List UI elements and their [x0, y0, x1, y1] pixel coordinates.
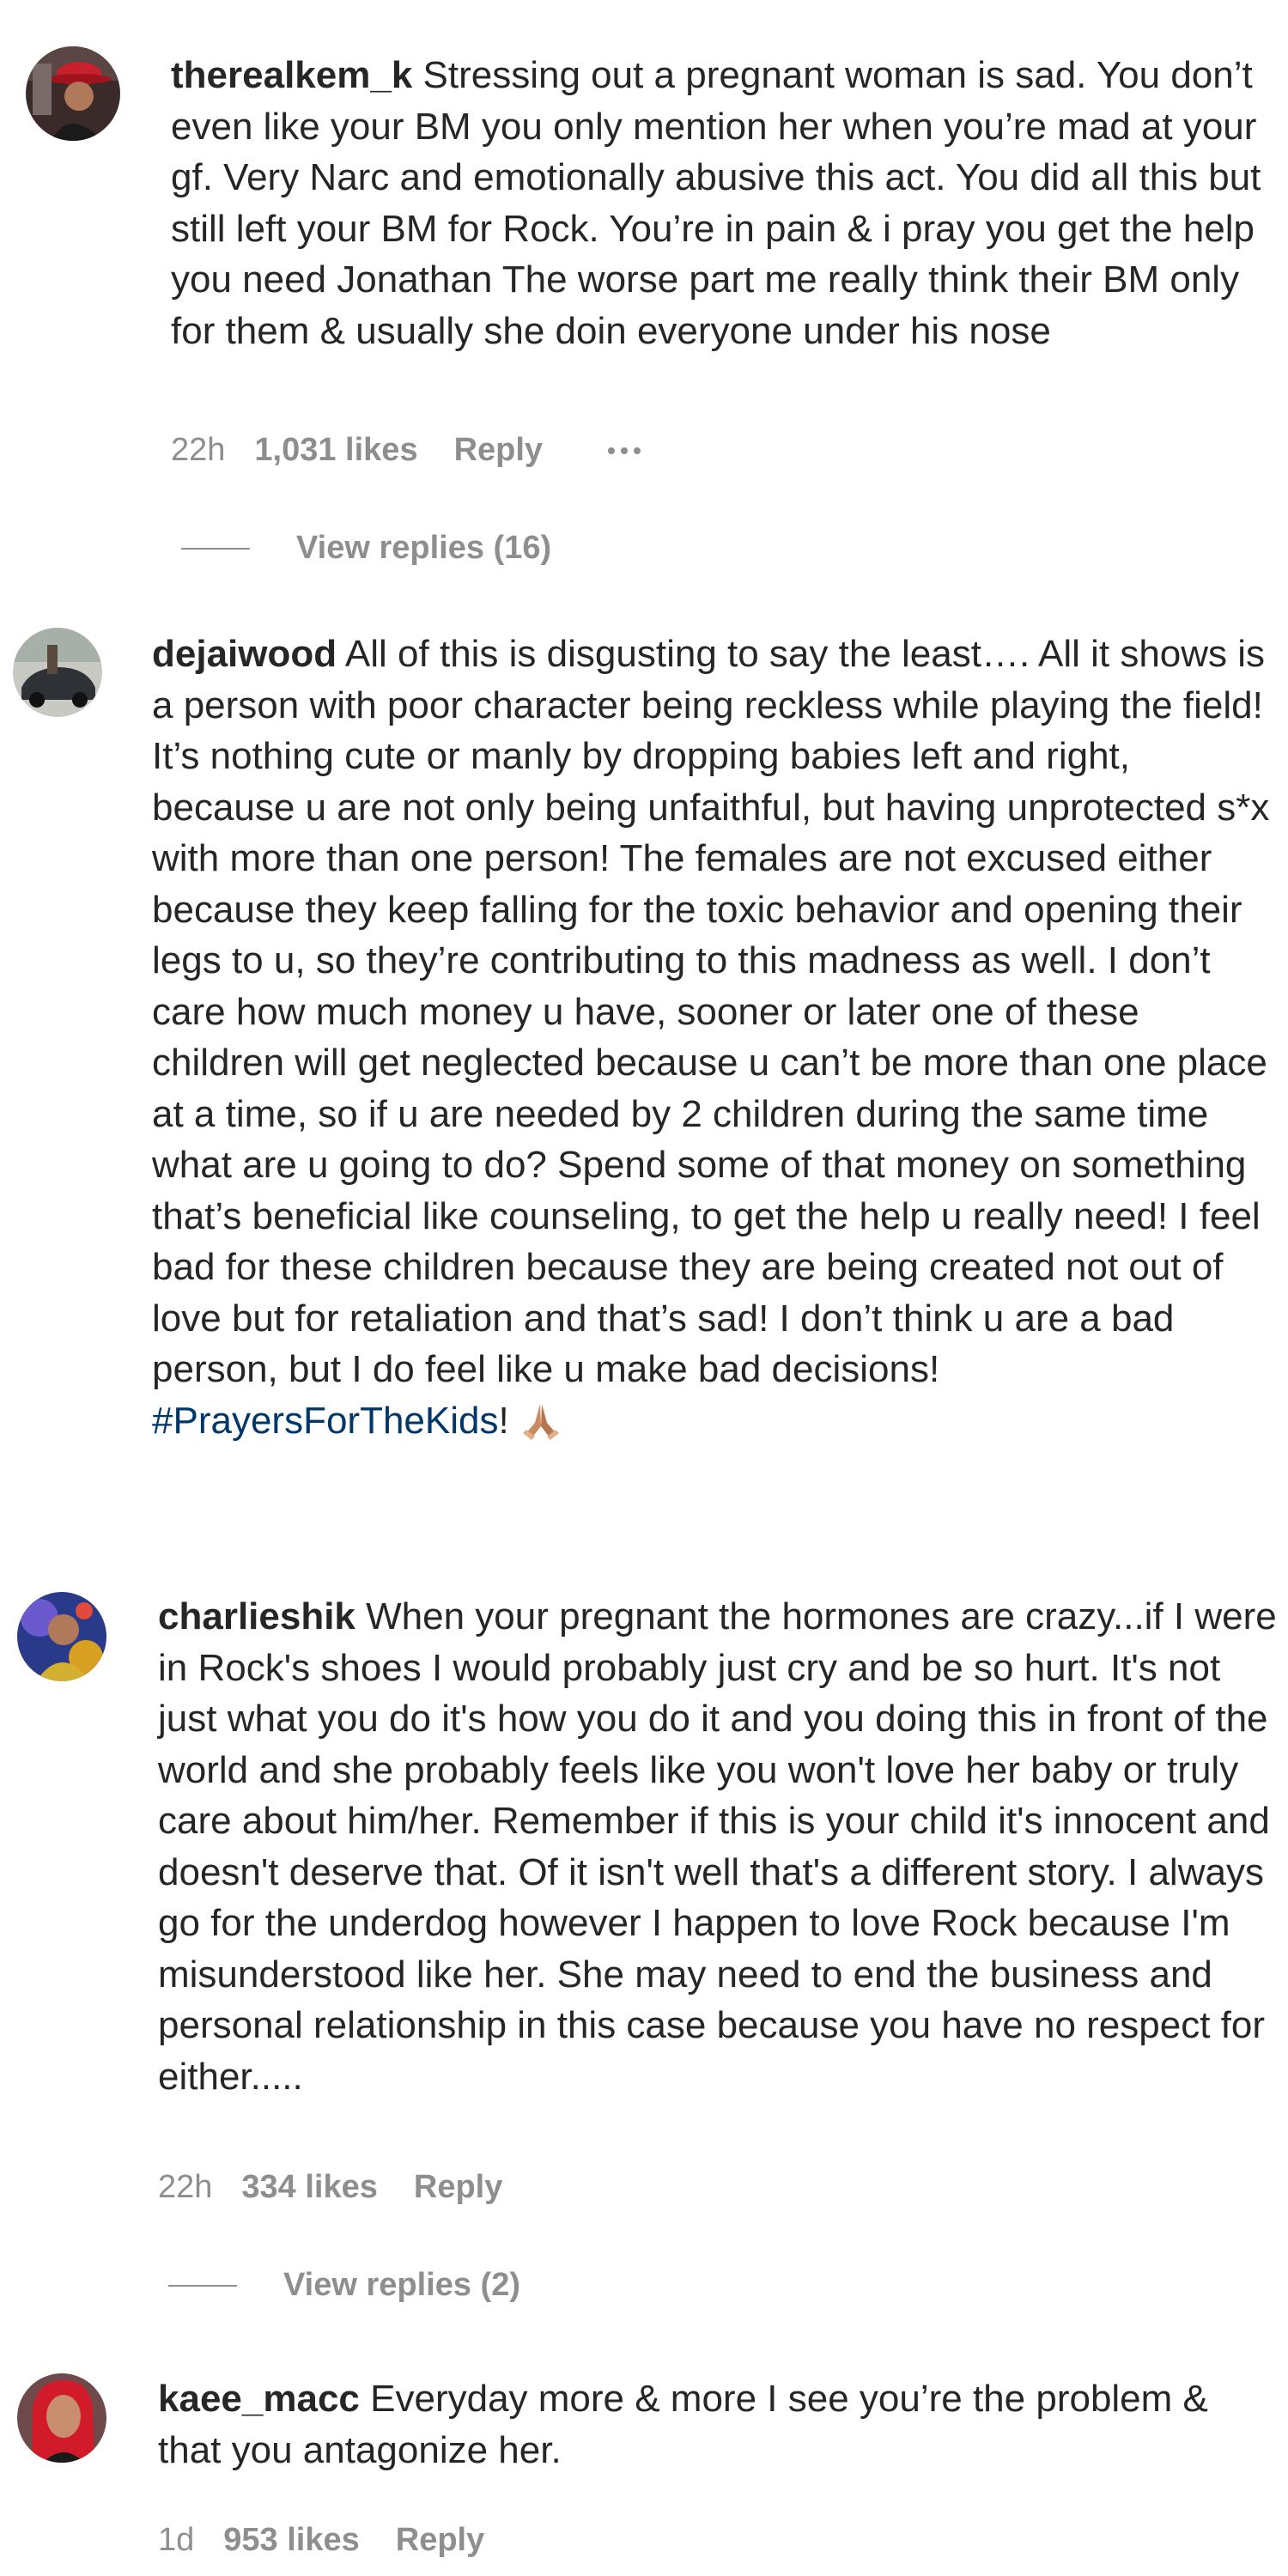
- praying-hands-icon: [522, 1403, 559, 1440]
- timestamp: 22h: [171, 432, 226, 468]
- timestamp: 1d: [158, 2522, 195, 2558]
- avatar-image: [26, 46, 120, 141]
- avatar[interactable]: [17, 1592, 106, 1681]
- username-link[interactable]: kaee_macc: [158, 2378, 360, 2420]
- more-options-icon[interactable]: [608, 447, 641, 454]
- avatar[interactable]: [17, 2373, 106, 2463]
- comment-text: All of this is disgusting to say the lea…: [152, 633, 1270, 1390]
- comment-body: charlieshik When your pregnant the hormo…: [158, 1591, 1279, 2102]
- hashtag-link[interactable]: #PrayersForTheKids: [152, 1400, 498, 1442]
- username-link[interactable]: charlieshik: [158, 1595, 355, 1637]
- avatar-image: [13, 628, 102, 717]
- comment-text: Stressing out a pregnant woman is sad. Y…: [171, 54, 1261, 352]
- view-replies-label: View replies (2): [283, 2267, 520, 2303]
- likes-count[interactable]: 953 likes: [223, 2522, 359, 2559]
- view-replies-button[interactable]: View replies (2): [168, 2267, 520, 2304]
- divider-line: [168, 2284, 237, 2287]
- avatar-image: [17, 2373, 106, 2463]
- comment-body: kaee_macc Everyday more & more I see you…: [158, 2373, 1279, 2476]
- divider-line: [181, 547, 250, 550]
- reply-button[interactable]: Reply: [454, 432, 543, 469]
- avatar-image: [17, 1592, 106, 1681]
- reply-button[interactable]: Reply: [414, 2169, 502, 2206]
- comment-body: therealkem_k Stressing out a pregnant wo…: [171, 50, 1279, 356]
- reply-button[interactable]: Reply: [396, 2522, 484, 2559]
- view-replies-label: View replies (16): [296, 530, 552, 566]
- comment-meta: 22h 1,031 likes Reply: [171, 432, 641, 469]
- username-link[interactable]: therealkem_k: [171, 54, 412, 96]
- comment-meta: 1d 953 likes Reply: [158, 2522, 484, 2559]
- username-link[interactable]: dejaiwood: [152, 633, 337, 675]
- comment-meta: 22h 334 likes Reply: [158, 2169, 502, 2206]
- avatar[interactable]: [26, 46, 120, 141]
- comment-text: When your pregnant the hormones are craz…: [158, 1595, 1277, 2098]
- hashtag-suffix: !: [498, 1399, 509, 1442]
- likes-count[interactable]: 334 likes: [241, 2169, 377, 2206]
- likes-count[interactable]: 1,031 likes: [254, 432, 417, 469]
- comment-body: dejaiwood All of this is disgusting to s…: [152, 629, 1279, 1446]
- view-replies-button[interactable]: View replies (16): [181, 530, 551, 567]
- avatar[interactable]: [13, 628, 102, 717]
- timestamp: 22h: [158, 2169, 213, 2205]
